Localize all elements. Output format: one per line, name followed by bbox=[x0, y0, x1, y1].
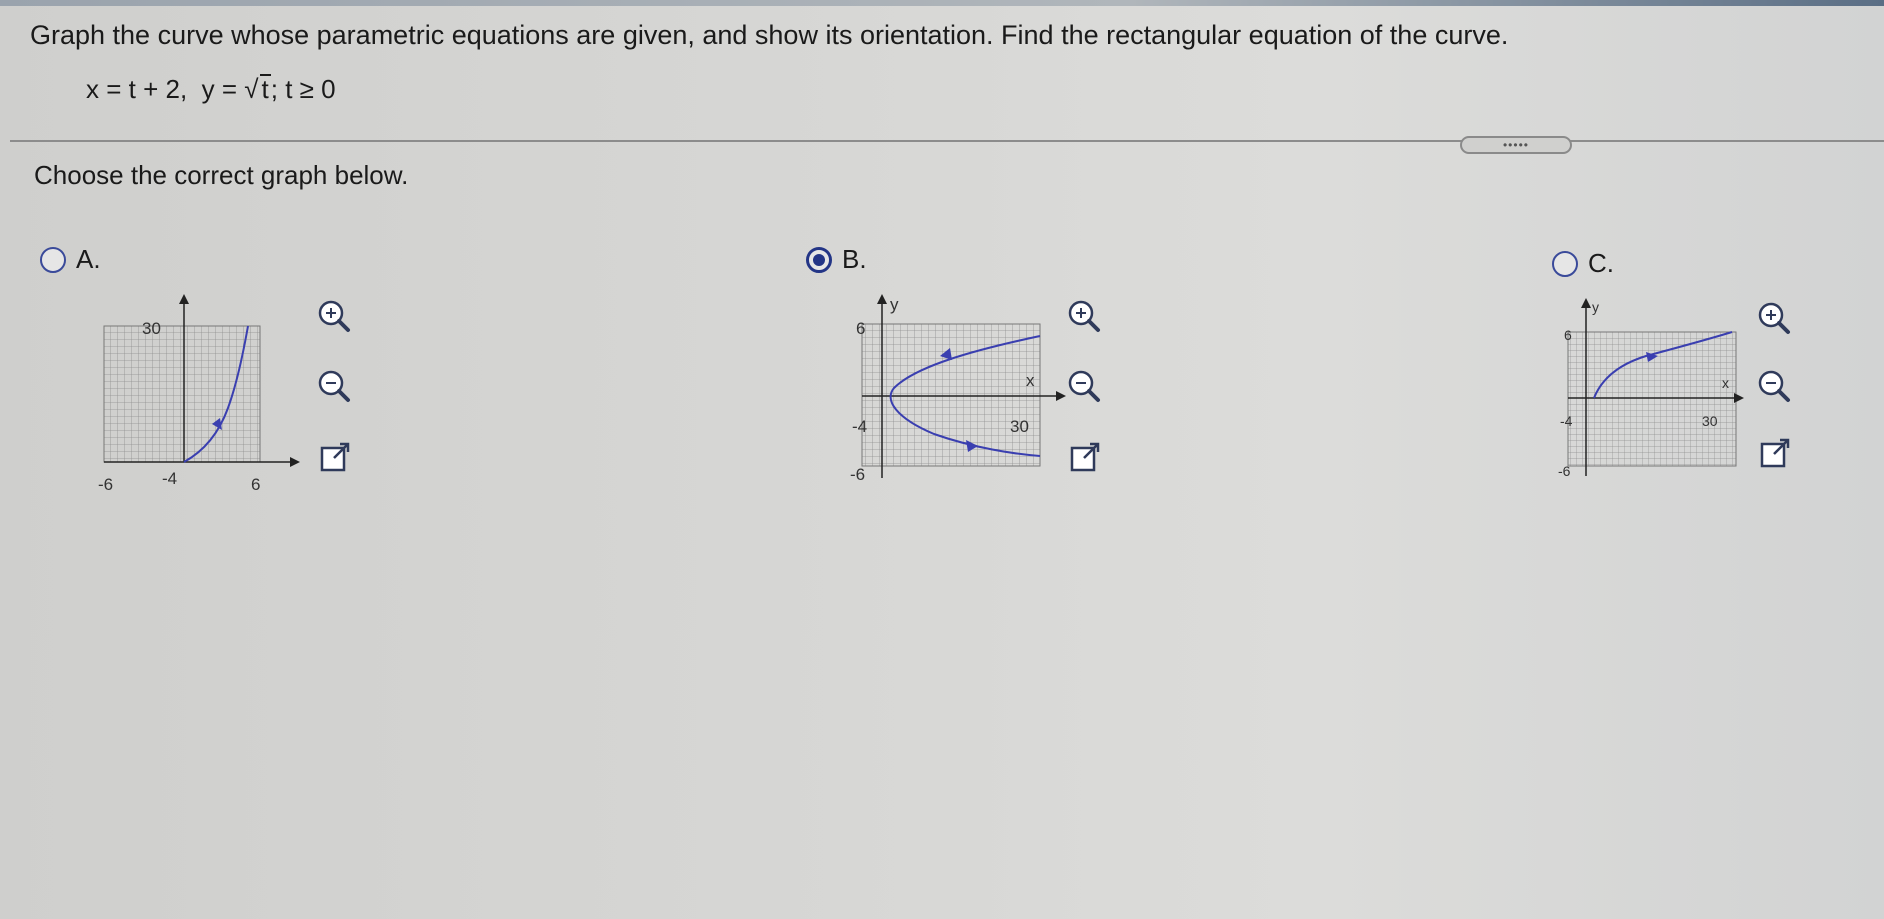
graph-a: 30 -6 -4 6 bbox=[98, 294, 300, 494]
graph-b-y-axis-label: y bbox=[890, 295, 899, 314]
option-a-label: A. bbox=[76, 244, 101, 274]
option-c-new-window-icon[interactable] bbox=[1756, 434, 1796, 474]
graph-c-tick-y-min: -6 bbox=[1558, 463, 1571, 479]
divider bbox=[10, 140, 1884, 142]
graph-a-tick-x-mid: -4 bbox=[162, 469, 177, 488]
equation-x: x = t + 2, bbox=[86, 74, 188, 104]
graph-b-tick-y-max: 6 bbox=[856, 319, 865, 338]
option-c-radio[interactable] bbox=[1552, 250, 1578, 277]
graph-c-tick-x-max: 30 bbox=[1702, 413, 1718, 429]
top-bar bbox=[0, 0, 1884, 6]
graph-c-y-arrow bbox=[1581, 298, 1591, 308]
option-b-new-window-icon[interactable] bbox=[1066, 438, 1106, 478]
graph-a-tick-x-min: -6 bbox=[98, 475, 113, 494]
graph-a-x-arrow bbox=[290, 457, 300, 467]
option-b-radio-dot bbox=[813, 253, 825, 266]
graph-c-y-axis-label: y bbox=[1592, 299, 1599, 315]
option-c-label: C. bbox=[1588, 248, 1614, 278]
option-b-zoom-in-icon[interactable] bbox=[1064, 296, 1104, 336]
graph-b-tick-x-max: 30 bbox=[1010, 417, 1029, 436]
graph-a-tick-x-max: 6 bbox=[251, 475, 260, 494]
graph-c: y x 6 -6 -4 30 bbox=[1558, 298, 1744, 479]
equation-domain: ; t ≥ 0 bbox=[270, 74, 336, 104]
graph-a-grid bbox=[103, 325, 261, 463]
option-c[interactable]: C. bbox=[1552, 248, 1614, 279]
more-options-button[interactable]: ••••• bbox=[1460, 136, 1572, 154]
radical-sign: √ bbox=[244, 74, 259, 104]
prompt-text: Choose the correct graph below. bbox=[34, 160, 409, 190]
graph-c-tick-y-max: 6 bbox=[1564, 327, 1572, 343]
option-b[interactable]: B. bbox=[806, 244, 867, 275]
graph-a-tick-y-max: 30 bbox=[142, 319, 161, 338]
option-a-new-window-icon[interactable] bbox=[316, 438, 356, 478]
graph-b-grid bbox=[861, 323, 1041, 467]
option-a-zoom-out-icon[interactable] bbox=[314, 366, 354, 406]
graph-a-y-arrow bbox=[179, 294, 189, 304]
graph-c-grid bbox=[1567, 331, 1737, 467]
parametric-equation: x = t + 2, y = √ t; t ≥ 0 bbox=[86, 74, 336, 105]
graph-c-x-arrow bbox=[1734, 393, 1744, 403]
option-a[interactable]: A. bbox=[40, 244, 101, 275]
option-c-zoom-in-icon[interactable] bbox=[1754, 298, 1794, 338]
graph-c-tick-x-min: -4 bbox=[1560, 413, 1573, 429]
graph-b-tick-x-min: -4 bbox=[852, 417, 867, 436]
option-b-radio[interactable] bbox=[806, 246, 832, 273]
graph-c-x-axis-label: x bbox=[1722, 375, 1729, 391]
option-c-zoom-out-icon[interactable] bbox=[1754, 366, 1794, 406]
option-b-label: B. bbox=[842, 244, 867, 274]
equation-radicand: t bbox=[259, 74, 271, 104]
graph-b-x-axis-label: x bbox=[1026, 371, 1035, 390]
option-a-zoom-in-icon[interactable] bbox=[314, 296, 354, 336]
graph-b-tick-y-min: -6 bbox=[850, 465, 865, 484]
question-text: Graph the curve whose parametric equatio… bbox=[30, 20, 1509, 50]
option-b-zoom-out-icon[interactable] bbox=[1064, 366, 1104, 406]
option-a-radio[interactable] bbox=[40, 246, 66, 273]
graph-b-y-arrow bbox=[877, 294, 887, 304]
equation-y-prefix: y = bbox=[201, 74, 245, 104]
graph-b: y x 6 -6 -4 30 bbox=[850, 294, 1066, 484]
